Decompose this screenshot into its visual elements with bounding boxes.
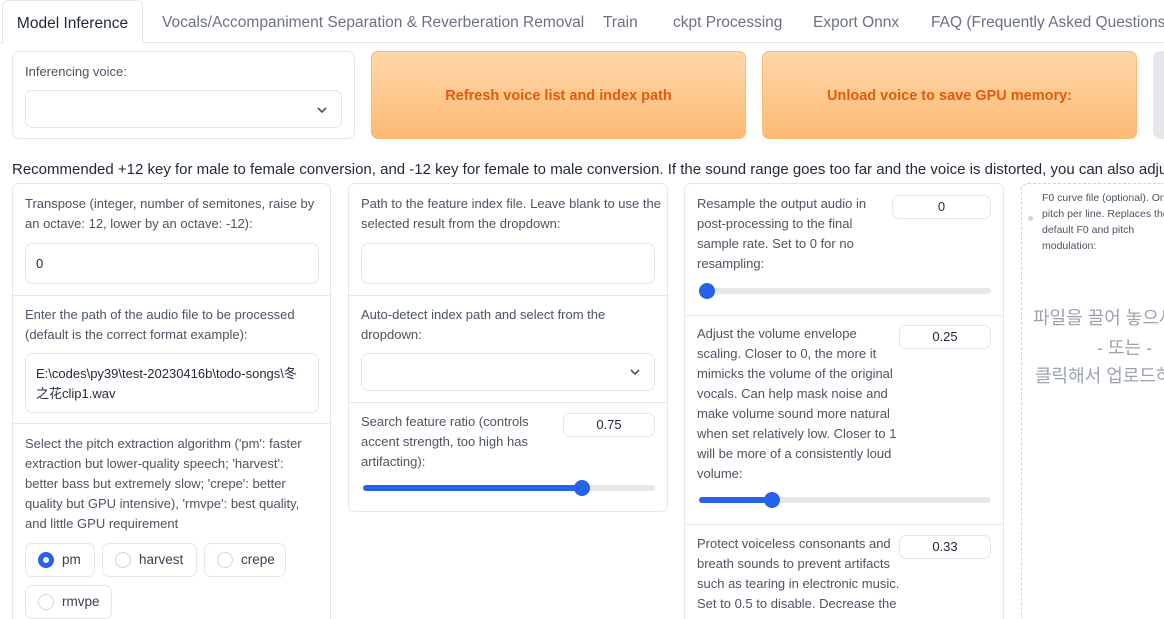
click-upload-text: 클릭해서 업로드하기	[1035, 366, 1164, 386]
tab-export-onnx[interactable]: Export Onnx	[813, 0, 899, 43]
feature-ratio-label: Search feature ratio (controls accent st…	[361, 414, 529, 469]
radio-label: pm	[62, 552, 81, 567]
divider	[13, 295, 330, 296]
right-panel: Resample the output audio in post-proces…	[684, 183, 1004, 619]
protect-label: Protect voiceless consonants and breath …	[697, 536, 900, 611]
resample-input[interactable]: 0	[892, 195, 991, 219]
slider-thumb[interactable]	[699, 283, 715, 299]
audio-path-label: Enter the path of the audio file to be p…	[25, 307, 295, 342]
resample-label: Resample the output audio in post-proces…	[697, 196, 867, 271]
feature-ratio-input[interactable]: 0.75	[563, 413, 655, 437]
drop-or-text: - 또는 -	[1097, 338, 1153, 358]
voice-dropdown[interactable]	[25, 90, 342, 128]
chevron-down-icon	[317, 107, 327, 114]
radio-harvest[interactable]: harvest	[102, 543, 197, 577]
divider	[685, 315, 1003, 316]
tab-faq[interactable]: FAQ (Frequently Asked Questions)	[931, 0, 1164, 43]
refresh-voice-button[interactable]: Refresh voice list and index path	[371, 51, 746, 139]
transpose-label: Transpose (integer, number of semitones,…	[25, 196, 315, 231]
voice-label: Inferencing voice:	[25, 64, 127, 79]
radio-dot	[38, 594, 54, 610]
divider	[349, 295, 667, 296]
divider	[349, 402, 667, 403]
divider	[685, 524, 1003, 525]
volume-envelope-label: Adjust the volume envelope scaling. Clos…	[697, 326, 897, 481]
radio-dot	[217, 552, 233, 568]
auto-index-label: Auto-detect index path and select from t…	[361, 307, 606, 342]
divider	[13, 423, 330, 424]
radio-label: rmvpe	[62, 594, 100, 609]
drop-text: 파일을 끌어 놓으세요	[1033, 308, 1164, 328]
auto-index-dropdown[interactable]	[361, 353, 655, 391]
slider-thumb[interactable]	[574, 480, 590, 496]
radio-crepe[interactable]: crepe	[204, 543, 286, 577]
middle-panel: Path to the feature index file. Leave bl…	[348, 183, 668, 512]
unload-voice-button[interactable]: Unload voice to save GPU memory:	[762, 51, 1137, 139]
radio-dot	[38, 552, 54, 568]
feature-ratio-slider[interactable]	[363, 480, 655, 496]
slider-fill	[699, 497, 772, 503]
f0-file-label: F0 curve file (optional). One pitch per …	[1042, 192, 1164, 252]
transpose-input[interactable]: 0	[25, 243, 319, 284]
index-path-input[interactable]	[361, 243, 655, 284]
recommendation-text: Recommended +12 key for male to female c…	[12, 161, 1164, 178]
volume-envelope-slider[interactable]	[699, 492, 991, 508]
radio-pm[interactable]: pm	[25, 543, 95, 577]
tab-train[interactable]: Train	[603, 0, 638, 43]
slider-thumb[interactable]	[764, 492, 780, 508]
radio-dot	[115, 552, 131, 568]
slider-fill	[363, 485, 582, 491]
chevron-down-icon	[630, 369, 640, 376]
tab-vocal-separation[interactable]: Vocals/Accompaniment Separation & Reverb…	[162, 0, 584, 43]
tab-model-inference[interactable]: Model Inference	[2, 0, 143, 44]
resample-slider[interactable]	[699, 283, 991, 299]
file-icon	[1028, 216, 1033, 221]
protect-input[interactable]: 0.33	[899, 535, 991, 559]
tab-bar: Model Inference Vocals/Accompaniment Sep…	[0, 0, 1164, 44]
extra-button[interactable]	[1153, 51, 1164, 139]
left-panel: Transpose (integer, number of semitones,…	[12, 183, 331, 619]
index-path-label: Path to the feature index file. Leave bl…	[361, 196, 661, 231]
pitch-algorithm-label: Select the pitch extraction algorithm ('…	[25, 436, 302, 531]
radio-rmvpe[interactable]: rmvpe	[25, 585, 112, 619]
volume-envelope-input[interactable]: 0.25	[899, 325, 991, 349]
f0-file-dropzone[interactable]: F0 curve file (optional). One pitch per …	[1021, 183, 1164, 619]
audio-path-input[interactable]: E:\codes\py39\test-20230416b\todo-songs\…	[25, 353, 319, 413]
radio-label: crepe	[241, 552, 275, 567]
radio-label: harvest	[139, 552, 184, 567]
tab-ckpt-processing[interactable]: ckpt Processing	[673, 0, 782, 43]
voice-panel: Inferencing voice:	[12, 51, 355, 139]
